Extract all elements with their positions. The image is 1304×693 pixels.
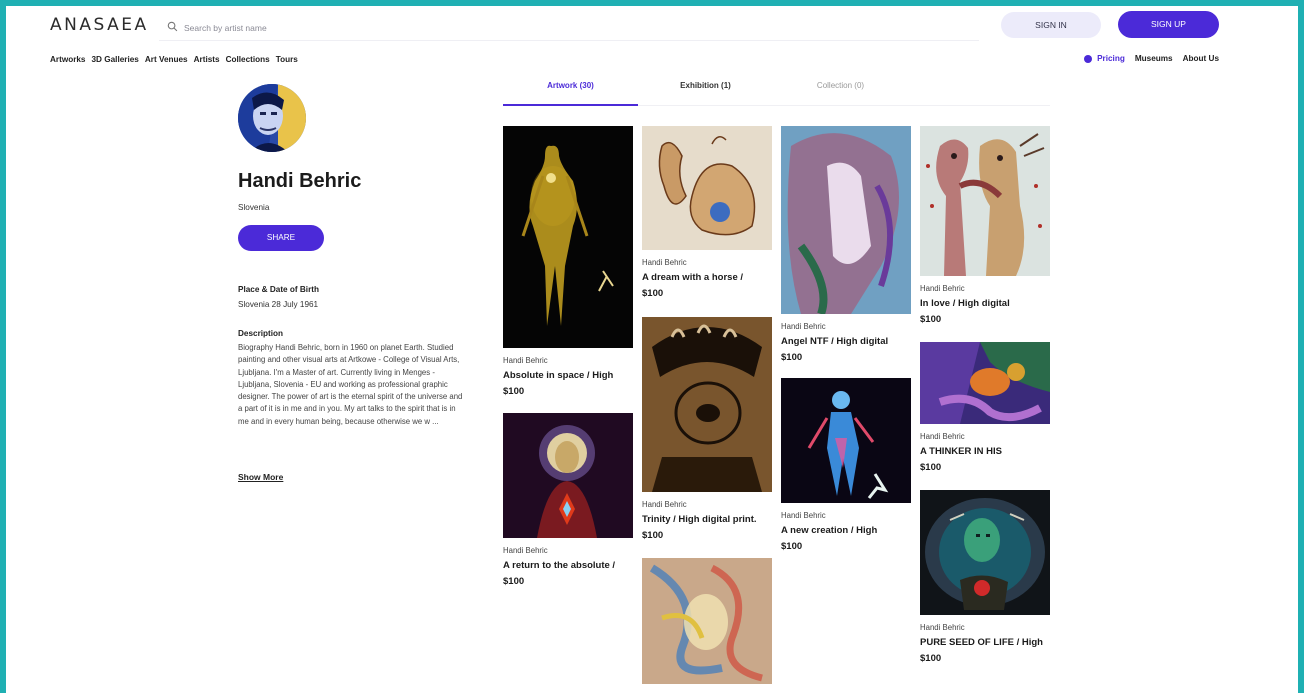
nav-museums[interactable]: Museums [1135, 54, 1173, 63]
birth-label: Place & Date of Birth [238, 285, 319, 294]
artwork-card[interactable]: Handi Behric Trinity / High digital prin… [642, 317, 772, 541]
show-more-link[interactable]: Show More [238, 472, 283, 482]
eye-portrait-painting[interactable] [920, 490, 1050, 615]
glowing-figure-painting[interactable] [503, 126, 633, 348]
description-label: Description [238, 329, 284, 338]
search-icon [167, 19, 178, 37]
artwork-title[interactable]: A return to the absolute / [503, 560, 633, 571]
artist-country: Slovenia [238, 203, 270, 212]
main-nav: Artworks 3D Galleries Art Venues Artists… [50, 55, 298, 64]
sign-in-button[interactable]: SIGN IN [1001, 12, 1101, 38]
artwork-artist: Handi Behric [503, 356, 548, 365]
tab-artworks[interactable]: Artwork (30) [503, 76, 638, 106]
description-text: Biography Handi Behric, born in 1960 on … [238, 343, 463, 426]
sign-up-button[interactable]: SIGN UP [1118, 11, 1219, 38]
artwork-artist: Handi Behric [503, 546, 548, 555]
sepia-etching-painting[interactable] [642, 317, 772, 492]
artwork-price: $100 [781, 352, 803, 363]
nav-pricing-label: Pricing [1097, 54, 1125, 63]
artwork-price: $100 [920, 653, 942, 664]
horse-sketch-painting[interactable] [642, 126, 772, 250]
page: ANASAEA SIGN IN SIGN UP Artworks 3D Gall… [6, 6, 1298, 693]
lovers-painting[interactable] [920, 126, 1050, 276]
logo[interactable]: ANASAEA [50, 15, 149, 35]
artwork-card[interactable]: Handi Behric PURE SEED OF LIFE / High $1… [920, 490, 1050, 664]
nav-about-us[interactable]: About Us [1183, 54, 1219, 63]
artwork-title[interactable]: PURE SEED OF LIFE / High [920, 637, 1050, 648]
birth-value: Slovenia 28 July 1961 [238, 300, 319, 309]
nav-collections[interactable]: Collections [226, 55, 270, 64]
artwork-card[interactable]: Handi Behric A dream with a horse / $100 [642, 126, 772, 299]
artwork-price: $100 [920, 314, 942, 325]
artist-name: Handi Behric [238, 170, 362, 192]
artwork-card[interactable]: Handi Behric A THINKER IN HIS $100 [920, 342, 1050, 473]
tab-exhibition[interactable]: Exhibition (1) [638, 76, 773, 106]
artwork-title[interactable]: Absolute in space / High [503, 370, 633, 381]
artwork-card[interactable]: Handi Behric Angel NTF / High digital $1… [781, 126, 911, 363]
artwork-card[interactable]: Handi Behric A new creation / High $100 [781, 378, 911, 552]
blue-figure-painting[interactable] [781, 378, 911, 503]
artwork-title[interactable]: A THINKER IN HIS [920, 446, 1050, 457]
artwork-price: $100 [642, 288, 664, 299]
artwork-artist: Handi Behric [920, 432, 965, 441]
nav-artworks[interactable]: Artworks [50, 55, 86, 64]
pricing-icon [1084, 54, 1093, 63]
artwork-artist: Handi Behric [781, 322, 826, 331]
artwork-title[interactable]: Trinity / High digital print. [642, 514, 772, 525]
artwork-card[interactable]: Handi Behric A return to the absolute / … [503, 413, 633, 587]
artwork-price: $100 [920, 462, 942, 473]
artwork-artist: Handi Behric [642, 500, 687, 509]
artwork-card[interactable] [642, 558, 772, 684]
angel-painting[interactable] [781, 126, 911, 314]
artwork-card[interactable]: Handi Behric In love / High digital $100 [920, 126, 1050, 325]
artwork-price: $100 [781, 541, 803, 552]
swirl-painting[interactable] [642, 558, 772, 684]
artwork-card[interactable]: Handi Behric Absolute in space / High $1… [503, 126, 633, 397]
artwork-title[interactable]: In love / High digital [920, 298, 1050, 309]
nav-pricing[interactable]: Pricing [1084, 54, 1125, 63]
artwork-title[interactable]: A new creation / High [781, 525, 911, 536]
search-bar[interactable] [159, 15, 979, 41]
nav-art-venues[interactable]: Art Venues [145, 55, 188, 64]
tab-collection[interactable]: Collection (0) [773, 76, 908, 106]
artwork-artist: Handi Behric [781, 511, 826, 520]
nav-artists[interactable]: Artists [194, 55, 220, 64]
nav-tours[interactable]: Tours [276, 55, 298, 64]
artwork-artist: Handi Behric [642, 258, 687, 267]
artwork-price: $100 [503, 386, 525, 397]
haloed-figure-painting[interactable] [503, 413, 633, 538]
artwork-title[interactable]: A dream with a horse / [642, 272, 772, 283]
artwork-price: $100 [642, 530, 664, 541]
share-button[interactable]: SHARE [238, 225, 324, 251]
artist-avatar [238, 84, 306, 152]
secondary-nav: Pricing Museums About Us [1084, 54, 1219, 63]
search-input[interactable] [184, 22, 584, 33]
thinker-painting[interactable] [920, 342, 1050, 424]
artist-tabs: Artwork (30) Exhibition (1) Collection (… [503, 76, 1050, 106]
artwork-title[interactable]: Angel NTF / High digital [781, 336, 911, 347]
artwork-price: $100 [503, 576, 525, 587]
nav-3d-galleries[interactable]: 3D Galleries [92, 55, 139, 64]
artwork-artist: Handi Behric [920, 284, 965, 293]
artwork-artist: Handi Behric [920, 623, 965, 632]
